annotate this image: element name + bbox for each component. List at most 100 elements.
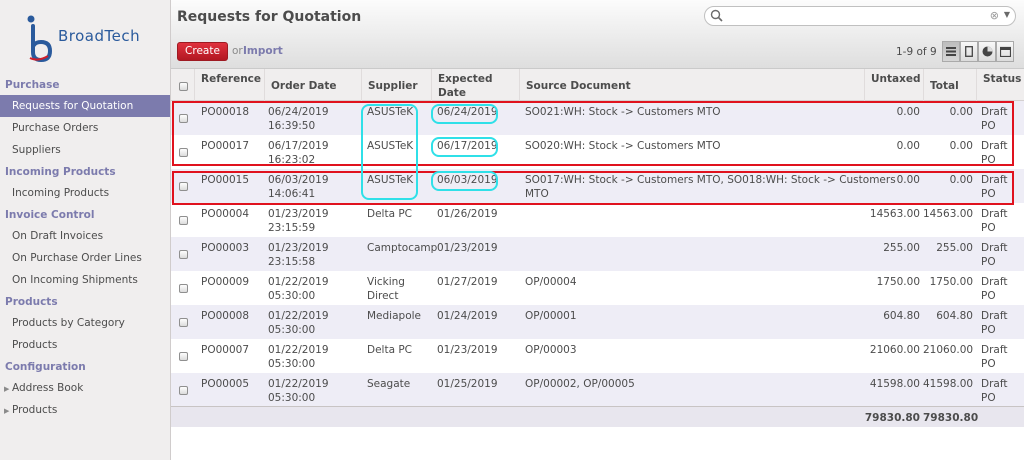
table-row[interactable]: PO00005 01/22/2019 05:30:00 Seagate 01/25/20… — [171, 373, 1024, 407]
highlight-expected-date-2 — [431, 137, 498, 157]
search-box[interactable]: ⊗ ▼ — [704, 6, 1016, 26]
cell-untaxed: 14563.00 — [869, 208, 920, 220]
cell-reference: PO00004 — [201, 208, 249, 220]
highlight-expected-date-1 — [431, 104, 498, 124]
cell-supplier: Delta PC — [367, 344, 413, 356]
view-header: Requests for Quotation ⊗ ▼ Create or Imp… — [171, 0, 1024, 69]
total-amount: 79830.80 — [923, 412, 979, 424]
menu-section-products: Products — [5, 296, 58, 308]
menu-item-suppliers[interactable]: Suppliers — [0, 139, 170, 161]
cell-status: Draft — [981, 276, 1008, 288]
menu-item-address-book[interactable]: ▶ Address Book — [0, 377, 170, 399]
col-reference[interactable]: Reference — [194, 69, 265, 101]
cell-expected-date: 01/25/2019 — [437, 378, 498, 390]
main-content: Requests for Quotation ⊗ ▼ Create or Imp… — [171, 0, 1024, 460]
col-untaxed[interactable]: Untaxed — [864, 69, 924, 101]
cell-status: PO — [981, 324, 996, 336]
col-order-date[interactable]: Order Date — [264, 69, 362, 101]
row-checkbox[interactable] — [179, 216, 188, 225]
col-status[interactable]: Status — [976, 69, 1024, 101]
select-all-checkbox[interactable] — [179, 82, 188, 91]
cell-total: 1750.00 — [929, 276, 973, 288]
calendar-view-button[interactable] — [996, 41, 1014, 62]
cell-total: 41598.00 — [923, 378, 974, 390]
cell-order-time: 23:15:59 — [268, 222, 316, 234]
import-link[interactable]: Import — [243, 45, 283, 57]
total-untaxed: 79830.80 — [864, 412, 920, 424]
table-row[interactable]: PO00008 01/22/2019 05:30:00 Mediapole 01/24/… — [171, 305, 1024, 339]
cell-order-date: 01/22/2019 — [268, 344, 329, 356]
table-row[interactable]: PO00003 01/23/2019 23:15:58 Camptocamp 01/23… — [171, 237, 1024, 271]
cell-reference: PO00003 — [201, 242, 249, 254]
cell-status: PO — [981, 392, 996, 404]
cell-order-date: 01/23/2019 — [268, 242, 329, 254]
menu-item-on-draft-invoices[interactable]: On Draft Invoices — [0, 225, 170, 247]
list-view-icon — [946, 47, 956, 56]
cell-total: 21060.00 — [923, 344, 974, 356]
menu-item-label: Address Book — [12, 382, 84, 394]
menu-section-incoming-products: Incoming Products — [5, 166, 116, 178]
cell-status: PO — [981, 256, 996, 268]
brand-logo[interactable]: BroadTech — [24, 14, 164, 64]
graph-view-button[interactable] — [978, 41, 996, 62]
search-options-caret-icon[interactable]: ▼ — [1004, 10, 1010, 19]
cell-status: PO — [981, 290, 996, 302]
cell-status: Draft — [981, 310, 1008, 322]
menu-section-configuration: Configuration — [5, 361, 86, 373]
menu-section-purchase: Purchase — [5, 79, 60, 91]
cell-supplier: Direct — [367, 290, 399, 302]
menu-item-products-by-category[interactable]: Products by Category — [0, 312, 170, 334]
col-expected-date[interactable]: Expected Date — [431, 69, 519, 101]
cell-expected-date: 01/24/2019 — [437, 310, 498, 322]
menu-item-on-incoming-shipments[interactable]: On Incoming Shipments — [0, 269, 170, 291]
cell-total: 604.80 — [936, 310, 973, 322]
menu-item-requests-for-quotation[interactable]: Requests for Quotation — [0, 95, 170, 117]
cell-supplier: Camptocamp — [367, 242, 438, 254]
cell-total: 255.00 — [936, 242, 973, 254]
row-checkbox[interactable] — [179, 250, 188, 259]
highlight-expected-date-3 — [431, 171, 498, 191]
menu-item-on-purchase-order-lines[interactable]: On Purchase Order Lines — [0, 247, 170, 269]
expand-arrow-icon[interactable]: ▶ — [4, 400, 12, 422]
col-total[interactable]: Total — [923, 69, 977, 101]
search-icon — [710, 9, 723, 22]
cell-supplier: Seagate — [367, 378, 411, 390]
cell-expected-date: 01/26/2019 — [437, 208, 498, 220]
col-supplier[interactable]: Supplier — [361, 69, 431, 101]
table-row[interactable]: PO00009 01/22/2019 05:30:00 Vicking Direct 01… — [171, 271, 1024, 305]
cell-supplier: Vicking — [367, 276, 405, 288]
highlight-box-row-3 — [172, 171, 1014, 205]
page-title: Requests for Quotation — [177, 9, 362, 25]
row-checkbox[interactable] — [179, 284, 188, 293]
view-switcher — [942, 41, 1014, 62]
table-row[interactable]: PO00004 01/23/2019 23:15:59 Delta PC 01/26/2… — [171, 203, 1024, 237]
pager-value[interactable]: 1-9 of 9 — [896, 46, 937, 58]
list-view-button[interactable] — [942, 41, 960, 62]
table-row[interactable]: PO00007 01/22/2019 05:30:00 Delta PC 01/23/2… — [171, 339, 1024, 373]
clear-search-icon[interactable]: ⊗ — [990, 9, 999, 22]
cell-source-document: OP/00002, OP/00005 — [525, 378, 635, 390]
cell-source-document: OP/00004 — [525, 276, 577, 288]
highlight-supplier-column — [361, 104, 418, 200]
menu-item-purchase-orders[interactable]: Purchase Orders — [0, 117, 170, 139]
cell-reference: PO00009 — [201, 276, 249, 288]
table-header: Reference Order Date Supplier Expected D… — [171, 69, 1024, 101]
menu-section-invoice-control: Invoice Control — [5, 209, 95, 221]
row-checkbox[interactable] — [179, 352, 188, 361]
brand-name: BroadTech — [58, 27, 141, 45]
row-checkbox[interactable] — [179, 318, 188, 327]
menu-item-label: Products — [12, 404, 58, 416]
cell-supplier: Delta PC — [367, 208, 413, 220]
row-checkbox[interactable] — [179, 386, 188, 395]
col-source-document[interactable]: Source Document — [519, 69, 865, 101]
menu-item-products[interactable]: Products — [0, 334, 170, 356]
cell-supplier: Mediapole — [367, 310, 422, 322]
cell-expected-date: 01/27/2019 — [437, 276, 498, 288]
menu-item-config-products[interactable]: ▶ Products — [0, 399, 170, 421]
expand-arrow-icon[interactable]: ▶ — [4, 378, 12, 400]
cell-status: PO — [981, 358, 996, 370]
form-view-button[interactable] — [960, 41, 978, 62]
cell-order-date: 01/22/2019 — [268, 378, 329, 390]
create-button[interactable]: Create — [177, 42, 228, 61]
menu-item-incoming-products[interactable]: Incoming Products — [0, 182, 170, 204]
